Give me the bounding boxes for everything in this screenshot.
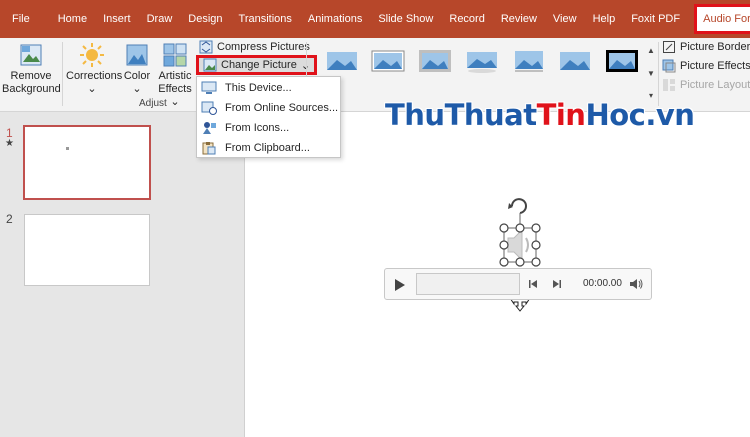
rotate-handle-icon	[508, 198, 527, 214]
picture-effects-button[interactable]: Picture Effects ⌄	[662, 57, 750, 75]
picture-layout-label: Picture Layout	[680, 79, 750, 91]
change-picture-menu: This Device... From Online Sources... Fr…	[196, 76, 341, 158]
audio-player-bar: 00:00.00	[384, 268, 652, 300]
artistic-effects-line1: Artistic	[158, 70, 192, 82]
remove-background-button[interactable]: Remove Background	[2, 42, 61, 96]
sun-icon	[80, 43, 104, 67]
menu-item-from-clipboard[interactable]: From Clipboard...	[197, 138, 340, 158]
tab-file[interactable]: File	[0, 0, 50, 38]
online-pictures-icon	[201, 101, 217, 115]
slide-thumbnail-2[interactable]	[24, 214, 150, 286]
corrections-label: Corrections	[66, 70, 123, 82]
skip-back-icon[interactable]	[528, 279, 538, 289]
picture-style-thumb-7[interactable]	[605, 48, 639, 74]
ribbon-separator	[62, 42, 63, 106]
tab-foxit-pdf[interactable]: Foxit PDF	[623, 0, 688, 38]
computer-icon	[201, 81, 217, 94]
artistic-effects-line2: Effects	[158, 83, 192, 95]
slide-thumbnail-1[interactable]	[23, 125, 151, 200]
watermark-part1: ThuThuat	[385, 98, 537, 132]
slide-thumbnail-panel: 1 ★ 2	[0, 112, 168, 437]
watermark-logo: ThuThuatTinHoc.vn	[385, 98, 695, 132]
change-picture-button[interactable]: Change Picture ⌄	[196, 55, 318, 75]
tab-design[interactable]: Design	[180, 0, 230, 38]
color-button[interactable]: Color ⌄	[120, 42, 154, 96]
compress-pictures-label: Compress Pictures	[217, 41, 310, 53]
menu-item-online-sources[interactable]: From Online Sources...	[197, 98, 340, 118]
menu-item-from-icons[interactable]: From Icons...	[197, 118, 340, 138]
chevron-up-icon[interactable]: ▲	[647, 46, 655, 55]
menu-item-label: From Online Sources...	[225, 102, 339, 114]
slide-number-2: 2	[6, 212, 13, 226]
tab-record[interactable]: Record	[441, 0, 492, 38]
animation-star-icon: ★	[5, 138, 14, 149]
menu-item-label: From Icons...	[225, 122, 290, 134]
picture-layout-icon	[663, 79, 675, 91]
color-label: Color	[123, 70, 151, 82]
tab-home[interactable]: Home	[50, 0, 95, 38]
tab-view[interactable]: View	[545, 0, 585, 38]
clipboard-icon	[202, 142, 216, 155]
change-picture-label: Change Picture	[221, 59, 297, 71]
remove-background-line2: Background	[2, 83, 61, 95]
compress-pictures-icon	[199, 40, 213, 54]
chevron-down-icon[interactable]: ▼	[647, 69, 655, 78]
picture-style-thumb-4[interactable]	[465, 48, 499, 74]
audio-progress-bar[interactable]	[416, 273, 520, 295]
chevron-down-icon: ⌄	[87, 83, 97, 95]
watermark-part3: Hoc.vn	[585, 98, 695, 132]
tab-help[interactable]: Help	[585, 0, 624, 38]
icons-icon	[203, 122, 216, 134]
change-picture-icon	[203, 58, 217, 72]
picture-border-label: Picture Border	[680, 41, 750, 53]
tab-transitions[interactable]: Transitions	[231, 0, 300, 38]
corrections-button[interactable]: Corrections ⌄	[66, 42, 122, 96]
volume-icon[interactable]	[629, 278, 643, 290]
picture-style-thumb-5[interactable]	[512, 48, 546, 74]
watermark-part2: Tin	[536, 98, 586, 132]
picture-border-icon	[663, 41, 675, 53]
chevron-down-icon: ⌄	[132, 83, 142, 95]
picture-style-thumb-2[interactable]	[371, 48, 405, 74]
gallery-scroll[interactable]: ▲ ▼ ▾	[645, 46, 657, 100]
picture-effects-icon	[662, 59, 676, 73]
chevron-down-icon: ⌄	[170, 96, 180, 108]
audio-time-display: 00:00.00	[583, 278, 622, 289]
remove-background-icon	[20, 44, 42, 66]
picture-color-icon	[126, 44, 148, 66]
skip-forward-icon[interactable]	[552, 279, 562, 289]
ribbon-separator	[658, 42, 659, 106]
menu-item-label: From Clipboard...	[225, 142, 310, 154]
tab-audio-format[interactable]: Audio Format	[694, 4, 750, 34]
ribbon-tab-bar: File Home Insert Draw Design Transitions…	[0, 0, 750, 38]
picture-border-button[interactable]: Picture Border ⌄	[662, 38, 750, 56]
menu-item-this-device[interactable]: This Device...	[197, 78, 340, 98]
tab-insert[interactable]: Insert	[95, 0, 139, 38]
remove-background-line1: Remove	[10, 70, 52, 82]
adjust-group-label: Adjust	[139, 98, 167, 109]
tab-animations[interactable]: Animations	[300, 0, 370, 38]
artistic-effects-icon	[163, 43, 187, 67]
compress-pictures-button[interactable]: Compress Pictures	[199, 38, 310, 56]
menu-item-label: This Device...	[225, 82, 292, 94]
picture-style-thumb-6[interactable]	[558, 48, 592, 74]
tab-slide-show[interactable]: Slide Show	[370, 0, 441, 38]
tab-review[interactable]: Review	[493, 0, 545, 38]
picture-style-thumb-1[interactable]	[325, 48, 359, 74]
speaker-icon	[507, 228, 529, 262]
picture-effects-label: Picture Effects	[680, 60, 750, 72]
tab-draw[interactable]: Draw	[139, 0, 181, 38]
picture-style-thumb-3[interactable]	[418, 48, 452, 74]
picture-layout-button[interactable]: Picture Layout ⌄	[662, 76, 750, 94]
tiny-audio-icon	[66, 147, 69, 150]
play-icon[interactable]	[394, 278, 406, 292]
